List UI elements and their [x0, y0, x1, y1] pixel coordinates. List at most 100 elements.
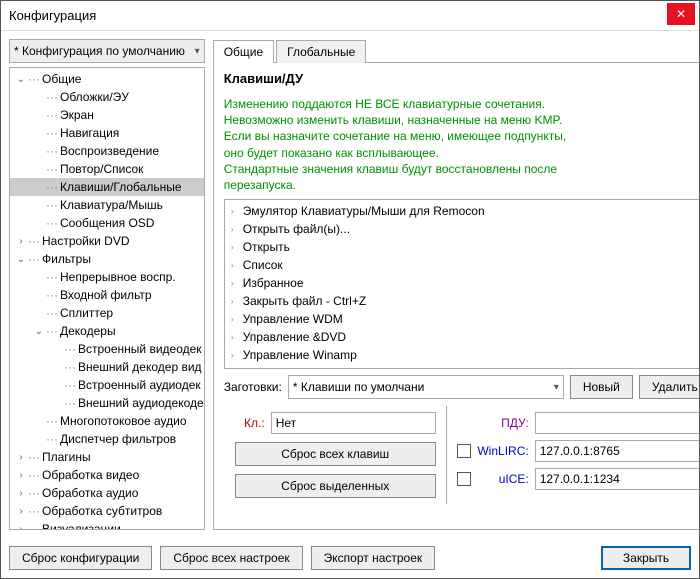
tree-item-label: Общие	[42, 72, 81, 86]
tab-global[interactable]: Глобальные	[276, 40, 366, 63]
key-input[interactable]	[271, 412, 436, 434]
uice-checkbox[interactable]	[457, 472, 471, 486]
reset-all-keys-button[interactable]: Сброс всех клавиш	[235, 442, 436, 466]
chevron-right-icon: ›	[231, 260, 243, 270]
config-preset-value: * Конфигурация по умолчанию	[14, 44, 185, 58]
tree-item[interactable]: ···Обложки/ЭУ	[10, 88, 204, 106]
list-item-label: Управление WDM	[243, 312, 343, 326]
list-item[interactable]: ›Управление &DVD	[225, 328, 699, 346]
reset-config-button[interactable]: Сброс конфигурации	[9, 546, 152, 570]
tree-collapse-icon[interactable]: ⌄	[32, 326, 46, 337]
tree-item[interactable]: ···Встроенный аудиодек	[10, 376, 204, 394]
tree-item[interactable]: ›···Обработка субтитров	[10, 502, 204, 520]
tree-expand-icon[interactable]: ›	[14, 470, 28, 481]
tree-expand-icon[interactable]: ›	[14, 524, 28, 531]
reset-all-settings-button[interactable]: Сброс всех настроек	[160, 546, 302, 570]
tree-item[interactable]: ···Сообщения OSD	[10, 214, 204, 232]
panel: Клавиши/ДУ Изменению поддаются НЕ ВСЕ кл…	[213, 63, 699, 530]
close-icon[interactable]: ✕	[667, 3, 695, 25]
export-settings-button[interactable]: Экспорт настроек	[311, 546, 436, 570]
list-item[interactable]: ›Открыть файл(ы)...	[225, 220, 699, 238]
tree-item[interactable]: ···Многопотоковое аудио	[10, 412, 204, 430]
list-item[interactable]: ›Управление Winamp	[225, 346, 699, 364]
reset-selected-button[interactable]: Сброс выделенных	[235, 474, 436, 498]
tree-item-label: Встроенный аудиодек	[78, 378, 201, 392]
tree-collapse-icon[interactable]: ⌄	[14, 254, 28, 265]
tree-item-label: Плагины	[42, 450, 91, 464]
tree-item[interactable]: ···Внешний декодер вид	[10, 358, 204, 376]
preset-combo[interactable]: * Клавиши по умолчани ▾	[288, 375, 564, 399]
tree-item[interactable]: ›···Обработка аудио	[10, 484, 204, 502]
tree-item[interactable]: ›···Визуализации	[10, 520, 204, 530]
list-item[interactable]: ›Открыть	[225, 238, 699, 256]
list-item-label: Управление &DVD	[243, 330, 346, 344]
nav-tree[interactable]: ⌄···Общие···Обложки/ЭУ···Экран···Навигац…	[9, 67, 205, 530]
list-item[interactable]: ›Закрыть файл - Ctrl+Z	[225, 292, 699, 310]
list-item-label: Открыть	[243, 240, 290, 254]
list-item[interactable]: ›Список	[225, 256, 699, 274]
tree-item-label: Навигация	[60, 126, 119, 140]
tree-item[interactable]: ›···Настройки DVD	[10, 232, 204, 250]
winlirc-input[interactable]	[535, 440, 699, 462]
tree-item[interactable]: ›···Плагины	[10, 448, 204, 466]
tree-expand-icon[interactable]: ›	[14, 452, 28, 463]
tree-item[interactable]: ···Клавиатура/Мышь	[10, 196, 204, 214]
tree-item-label: Входной фильтр	[60, 288, 152, 302]
tree-item-label: Воспроизведение	[60, 144, 159, 158]
tree-item-label: Сплиттер	[60, 306, 113, 320]
tree-item[interactable]: ···Экран	[10, 106, 204, 124]
tree-item-label: Внешний аудиодекоде	[78, 396, 204, 410]
tree-item-label: Внешний декодер вид	[78, 360, 202, 374]
config-window: Конфигурация ✕ * Конфигурация по умолчан…	[0, 0, 700, 579]
tree-item[interactable]: ⌄···Фильтры	[10, 250, 204, 268]
list-item[interactable]: ›Избранное	[225, 274, 699, 292]
tree-item[interactable]: ···Клавиши/Глобальные	[10, 178, 204, 196]
close-button[interactable]: Закрыть	[601, 546, 691, 570]
chevron-right-icon: ›	[231, 242, 243, 252]
tree-item-label: Обработка аудио	[42, 486, 138, 500]
uice-input[interactable]	[535, 468, 699, 490]
tree-item[interactable]: ···Встроенный видеодек	[10, 340, 204, 358]
chevron-right-icon: ›	[231, 332, 243, 342]
tree-item-label: Клавиатура/Мышь	[60, 198, 163, 212]
winlirc-checkbox[interactable]	[457, 444, 471, 458]
tabs: Общие Глобальные	[213, 39, 699, 63]
tree-item[interactable]: ⌄···Декодеры	[10, 322, 204, 340]
chevron-right-icon: ›	[231, 278, 243, 288]
list-item-label: Эмулятор Клавиатуры/Мыши для Remocon	[243, 204, 485, 218]
tree-expand-icon[interactable]: ›	[14, 506, 28, 517]
pdu-input[interactable]	[535, 412, 699, 434]
tree-item-label: Обложки/ЭУ	[60, 90, 129, 104]
tree-item[interactable]: ···Воспроизведение	[10, 142, 204, 160]
tree-item-label: Экран	[60, 108, 94, 122]
delete-button[interactable]: Удалить	[639, 375, 699, 399]
config-preset-combo[interactable]: * Конфигурация по умолчанию ▾	[9, 39, 205, 63]
tree-item[interactable]: ···Внешний аудиодекоде	[10, 394, 204, 412]
tree-item-label: Обработка субтитров	[42, 504, 162, 518]
tree-item-label: Фильтры	[42, 252, 91, 266]
tree-item[interactable]: ···Повтор/Список	[10, 160, 204, 178]
chevron-right-icon: ›	[231, 224, 243, 234]
action-list[interactable]: ›Эмулятор Клавиатуры/Мыши для Remocon›От…	[224, 199, 699, 369]
list-item-label: Закрыть файл - Ctrl+Z	[243, 294, 366, 308]
new-button[interactable]: Новый	[570, 375, 633, 399]
tree-item[interactable]: ⌄···Общие	[10, 70, 204, 88]
key-label: Кл.:	[235, 416, 265, 430]
winlirc-label: WinLIRC:	[477, 444, 529, 458]
list-item[interactable]: ›Управление WDM	[225, 310, 699, 328]
tab-general[interactable]: Общие	[213, 40, 274, 63]
tree-item[interactable]: ›···Обработка видео	[10, 466, 204, 484]
tree-item[interactable]: ···Непрерывное воспр.	[10, 268, 204, 286]
chevron-down-icon: ▾	[195, 46, 200, 57]
tree-item[interactable]: ···Диспетчер фильтров	[10, 430, 204, 448]
window-title: Конфигурация	[9, 8, 96, 23]
tree-expand-icon[interactable]: ›	[14, 236, 28, 247]
tree-item-label: Непрерывное воспр.	[60, 270, 176, 284]
tree-item[interactable]: ···Сплиттер	[10, 304, 204, 322]
tree-expand-icon[interactable]: ›	[14, 488, 28, 499]
list-item[interactable]: ›Эмулятор Клавиатуры/Мыши для Remocon	[225, 202, 699, 220]
tree-item-label: Клавиши/Глобальные	[60, 180, 182, 194]
tree-item[interactable]: ···Навигация	[10, 124, 204, 142]
tree-collapse-icon[interactable]: ⌄	[14, 74, 28, 85]
tree-item[interactable]: ···Входной фильтр	[10, 286, 204, 304]
